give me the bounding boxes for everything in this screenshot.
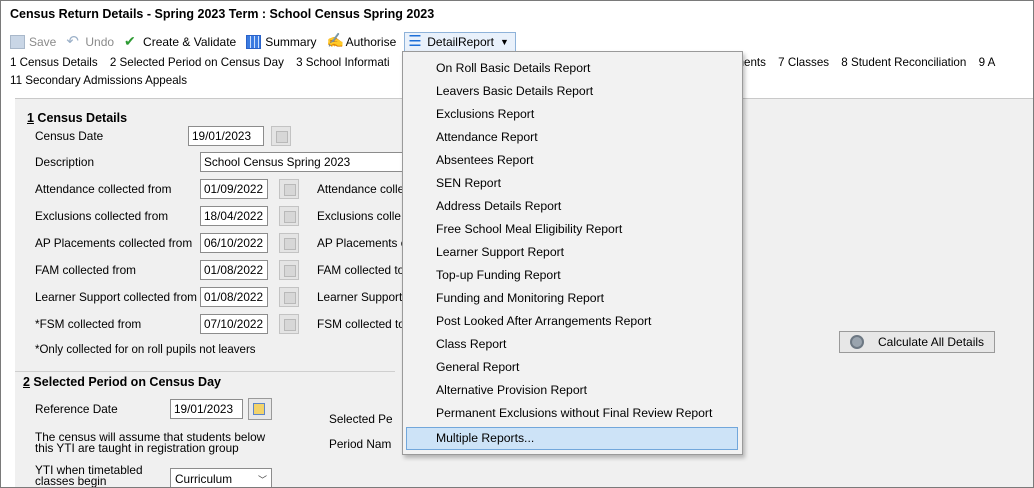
description-field[interactable]: School Census Spring 2023 (200, 152, 403, 172)
reference-date-field[interactable]: 19/01/2023 (170, 399, 243, 419)
checkmark-icon (124, 33, 139, 50)
attendance-to-label: Attendance colle (317, 182, 405, 196)
tab-school-information[interactable]: 3 School Informati (296, 56, 389, 69)
menu-item-funding-monitoring[interactable]: Funding and Monitoring Report (403, 287, 742, 310)
section-links-row1: 1 Census Details 2 Selected Period on Ce… (10, 56, 399, 69)
calendar-icon[interactable] (248, 398, 272, 420)
fsm-from-field[interactable]: 07/10/2022 (200, 314, 268, 334)
fam-from-field[interactable]: 01/08/2022 (200, 260, 268, 280)
menu-item-sen[interactable]: SEN Report (403, 172, 742, 195)
gear-icon (850, 335, 864, 349)
ap-placements-to-label: AP Placements c (317, 236, 407, 250)
save-label: Save (29, 35, 57, 49)
tab-selected-period[interactable]: 2 Selected Period on Census Day (110, 56, 284, 69)
authorise-button[interactable]: Authorise (327, 32, 397, 49)
census-details-heading: 1 Census Details (27, 111, 128, 125)
menu-item-alternative-provision[interactable]: Alternative Provision Report (403, 379, 742, 402)
menu-item-free-school-meal[interactable]: Free School Meal Eligibility Report (403, 218, 742, 241)
description-label: Description (35, 155, 95, 169)
attendance-from-field[interactable]: 01/09/2022 (200, 179, 268, 199)
summary-icon (246, 35, 262, 49)
create-validate-label: Create & Validate (143, 35, 237, 49)
authorise-label: Authorise (345, 35, 397, 49)
menu-item-multiple-reports[interactable]: Multiple Reports... (406, 427, 738, 450)
fam-from-label: FAM collected from (35, 263, 136, 277)
section-links-row2: 11 Secondary Admissions Appeals (10, 74, 196, 87)
fam-to-label: FAM collected to (317, 263, 405, 277)
calendar-icon[interactable] (279, 233, 299, 253)
ap-placements-from-field[interactable]: 06/10/2022 (200, 233, 268, 253)
undo-label: Undo (85, 35, 115, 49)
menu-item-class[interactable]: Class Report (403, 333, 742, 356)
assume-yti-text: The census will assume that students bel… (35, 430, 266, 455)
toolbar: Save Undo Create & Validate Summary Auth… (10, 32, 526, 52)
menu-item-absentees[interactable]: Absentees Report (403, 149, 742, 172)
exclusions-from-field[interactable]: 18/04/2022 (200, 206, 268, 226)
reference-date-label: Reference Date (35, 402, 118, 416)
tab-student-reconciliation[interactable]: 8 Student Reconciliation (841, 56, 966, 69)
menu-item-post-looked-after[interactable]: Post Looked After Arrangements Report (403, 310, 742, 333)
learner-support-to-label: Learner Support (317, 290, 403, 304)
census-return-window: Census Return Details - Spring 2023 Term… (0, 0, 1034, 488)
yti-select-value: Curriculum Year 7 (175, 472, 233, 487)
save-icon (10, 35, 25, 49)
calendar-icon[interactable] (279, 287, 299, 307)
fsm-note: *Only collected for on roll pupils not l… (35, 344, 256, 356)
tab-census-details[interactable]: 1 Census Details (10, 56, 98, 69)
yti-label: YTI when timetabled classes begin (35, 463, 143, 488)
menu-item-general[interactable]: General Report (403, 356, 742, 379)
detail-report-label: DetailReport (427, 35, 494, 49)
period-name-label: Period Nam (329, 437, 392, 451)
undo-button[interactable]: Undo (66, 32, 115, 50)
calendar-icon[interactable] (279, 179, 299, 199)
exclusions-from-label: Exclusions collected from (35, 209, 169, 223)
menu-item-attendance[interactable]: Attendance Report (403, 126, 742, 149)
detail-report-menu: On Roll Basic Details Report Leavers Bas… (402, 51, 743, 455)
authorise-icon (327, 32, 344, 49)
fsm-from-label: *FSM collected from (35, 317, 142, 331)
learner-support-from-field[interactable]: 01/08/2022 (200, 287, 268, 307)
menu-item-on-roll-basic-details[interactable]: On Roll Basic Details Report (403, 57, 742, 80)
menu-item-permanent-exclusions[interactable]: Permanent Exclusions without Final Revie… (403, 402, 742, 425)
window-title: Census Return Details - Spring 2023 Term… (10, 7, 435, 21)
menu-item-leavers-basic-details[interactable]: Leavers Basic Details Report (403, 80, 742, 103)
chevron-down-icon: ﹀ (257, 475, 267, 485)
selected-period-label: Selected Pe (329, 412, 393, 426)
calculate-all-details-label: Calculate All Details (878, 335, 985, 349)
section-links-row1-right: ngements 7 Classes 8 Student Reconciliat… (715, 56, 1004, 69)
yti-select[interactable]: Curriculum Year 7 ﹀ (170, 468, 272, 487)
save-button[interactable]: Save (10, 35, 56, 49)
calendar-icon[interactable] (271, 126, 291, 146)
summary-button[interactable]: Summary (246, 35, 317, 49)
attendance-from-label: Attendance collected from (35, 182, 172, 196)
exclusions-to-label: Exclusions colle (317, 209, 401, 223)
tab-classes[interactable]: 7 Classes (778, 56, 829, 69)
selected-period-heading: 2 Selected Period on Census Day (15, 371, 395, 389)
census-date-label: Census Date (35, 129, 104, 143)
tab-9[interactable]: 9 A (979, 56, 996, 69)
ap-placements-from-label: AP Placements collected from (35, 236, 193, 250)
create-validate-button[interactable]: Create & Validate (124, 33, 237, 50)
menu-item-exclusions[interactable]: Exclusions Report (403, 103, 742, 126)
detail-report-button[interactable]: DetailReport ▼ (404, 32, 516, 52)
census-date-field[interactable]: 19/01/2023 (188, 126, 264, 146)
tab-secondary-admissions-appeals[interactable]: 11 Secondary Admissions Appeals (10, 74, 187, 87)
calculate-all-details-button[interactable]: Calculate All Details (839, 331, 995, 353)
list-icon (408, 32, 423, 50)
chevron-down-icon: ▼ (499, 37, 509, 47)
menu-item-address-details[interactable]: Address Details Report (403, 195, 742, 218)
fsm-to-label: FSM collected to (317, 317, 405, 331)
summary-label: Summary (265, 35, 317, 49)
calendar-icon[interactable] (279, 206, 299, 226)
menu-item-learner-support[interactable]: Learner Support Report (403, 241, 742, 264)
calendar-icon[interactable] (279, 260, 299, 280)
undo-icon (66, 32, 81, 50)
learner-support-from-label: Learner Support collected from (35, 290, 197, 304)
calendar-icon[interactable] (279, 314, 299, 334)
menu-item-top-up-funding[interactable]: Top-up Funding Report (403, 264, 742, 287)
